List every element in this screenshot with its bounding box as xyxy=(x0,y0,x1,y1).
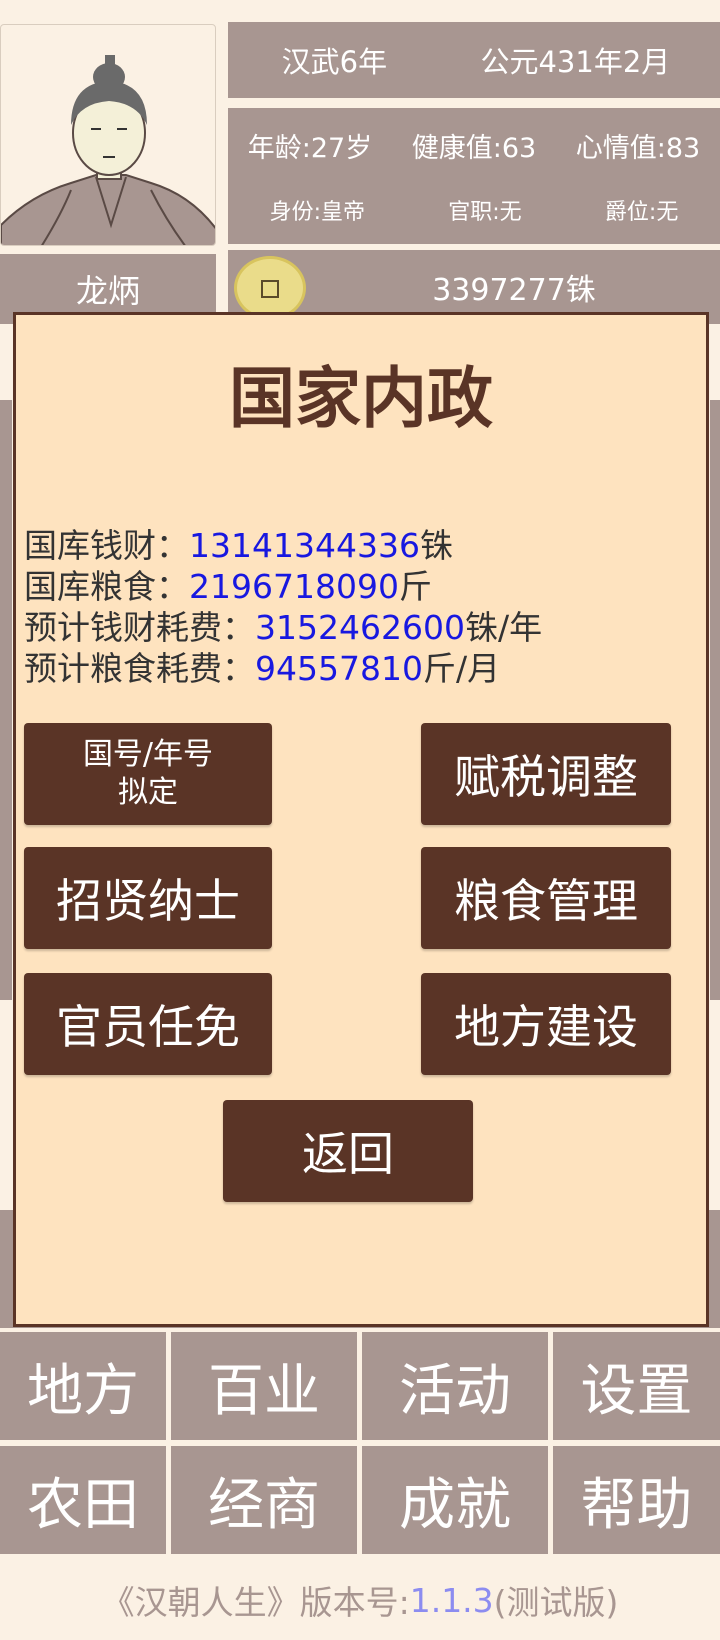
info-label: 预计粮食耗费： xyxy=(24,649,255,688)
info-unit: 铢/年 xyxy=(464,608,543,647)
nav-industry-button[interactable]: 百业 xyxy=(171,1332,357,1440)
nav-trade-button[interactable]: 经商 xyxy=(171,1446,357,1554)
rank-stat: 爵位:无 xyxy=(604,200,679,225)
back-button[interactable]: 返回 xyxy=(223,1100,473,1202)
nav-label: 地方 xyxy=(27,1358,139,1424)
dialog-title: 国家内政 xyxy=(229,360,493,437)
stats-panel: 年龄:27岁 健康值:63 心情值:83 身份:皇帝 官职:无 爵位:无 xyxy=(228,108,720,244)
date-bar: 汉武6年 公元431年2月 xyxy=(228,22,720,98)
version-suffix: (测试版) xyxy=(493,1583,619,1622)
player-portrait[interactable] xyxy=(0,24,216,246)
info-row: 国库粮食：2196718090斤 xyxy=(24,566,542,607)
version-number: 1.1.3 xyxy=(409,1580,494,1620)
nav-settings-button[interactable]: 设置 xyxy=(553,1332,720,1440)
player-name-label: 龙炳 xyxy=(75,272,140,310)
treasury-info: 国库钱财：13141344336铢 国库粮食：2196718090斤 预计钱财耗… xyxy=(24,525,542,689)
money-amount: 3397277铢 xyxy=(432,273,596,308)
nav-activity-button[interactable]: 活动 xyxy=(362,1332,548,1440)
recruit-talent-label: 招贤纳士 xyxy=(56,874,240,928)
nav-label: 成就 xyxy=(399,1472,511,1538)
back-label: 返回 xyxy=(302,1127,394,1181)
health-stat: 健康值:63 xyxy=(411,133,537,164)
nav-label: 经商 xyxy=(208,1472,320,1538)
nav-help-button[interactable]: 帮助 xyxy=(553,1446,720,1554)
nav-label: 农田 xyxy=(27,1472,139,1538)
version-info: 《汉朝人生》版本号: 1.1.3 (测试版) xyxy=(0,1560,720,1640)
info-row: 预计钱财耗费：3152462600铢/年 xyxy=(24,607,542,648)
background-panel-right xyxy=(710,400,720,1000)
info-value: 94557810 xyxy=(255,649,423,688)
domestic-affairs-dialog: 国家内政 国库钱财：13141344336铢 国库粮食：2196718090斤 … xyxy=(13,312,709,1327)
tax-adjust-label: 赋税调整 xyxy=(454,750,638,804)
info-unit: 斤 xyxy=(398,567,432,606)
info-label: 预计钱财耗费： xyxy=(24,608,255,647)
info-row: 国库钱财：13141344336铢 xyxy=(24,525,542,566)
nav-achievements-button[interactable]: 成就 xyxy=(362,1446,548,1554)
info-label: 国库钱财： xyxy=(24,526,189,565)
reign-year: 汉武6年 xyxy=(281,45,388,79)
info-row: 预计粮食耗费：94557810斤/月 xyxy=(24,648,542,689)
local-construction-button[interactable]: 地方建设 xyxy=(421,973,671,1075)
background-panel-left xyxy=(0,400,12,1000)
local-construction-label: 地方建设 xyxy=(454,1000,638,1054)
officials-appointment-label: 官员任免 xyxy=(56,1000,240,1054)
nav-local-button[interactable]: 地方 xyxy=(0,1332,166,1440)
recruit-talent-button[interactable]: 招贤纳士 xyxy=(24,847,272,949)
nav-label: 帮助 xyxy=(580,1472,693,1538)
name-era-label-2: 拟定 xyxy=(118,775,178,810)
info-unit: 铢 xyxy=(419,526,453,565)
age-stat: 年龄:27岁 xyxy=(247,133,373,164)
nav-farmland-button[interactable]: 农田 xyxy=(0,1446,166,1554)
name-era-label-1: 国号/年号 xyxy=(82,737,214,772)
tax-adjust-button[interactable]: 赋税调整 xyxy=(421,723,671,825)
info-unit: 斤/月 xyxy=(422,649,501,688)
nav-label: 活动 xyxy=(399,1358,511,1424)
officials-appointment-button[interactable]: 官员任免 xyxy=(24,973,272,1075)
mood-stat: 心情值:83 xyxy=(575,133,701,164)
grain-management-button[interactable]: 粮食管理 xyxy=(421,847,671,949)
info-label: 国库粮食： xyxy=(24,567,189,606)
emperor-portrait-icon xyxy=(1,55,215,245)
name-era-button[interactable]: 国号/年号 拟定 xyxy=(24,723,272,825)
ad-date: 公元431年2月 xyxy=(480,45,671,79)
info-value: 2196718090 xyxy=(189,567,399,606)
nav-label: 设置 xyxy=(580,1358,693,1424)
version-prefix: 《汉朝人生》版本号: xyxy=(101,1583,410,1622)
coin-icon xyxy=(234,256,306,320)
office-stat: 官职:无 xyxy=(448,200,522,225)
info-value: 3152462600 xyxy=(255,608,465,647)
nav-label: 百业 xyxy=(208,1358,320,1424)
info-value: 13141344336 xyxy=(189,526,420,565)
grain-management-label: 粮食管理 xyxy=(454,874,638,928)
status-stat: 身份:皇帝 xyxy=(269,200,366,225)
